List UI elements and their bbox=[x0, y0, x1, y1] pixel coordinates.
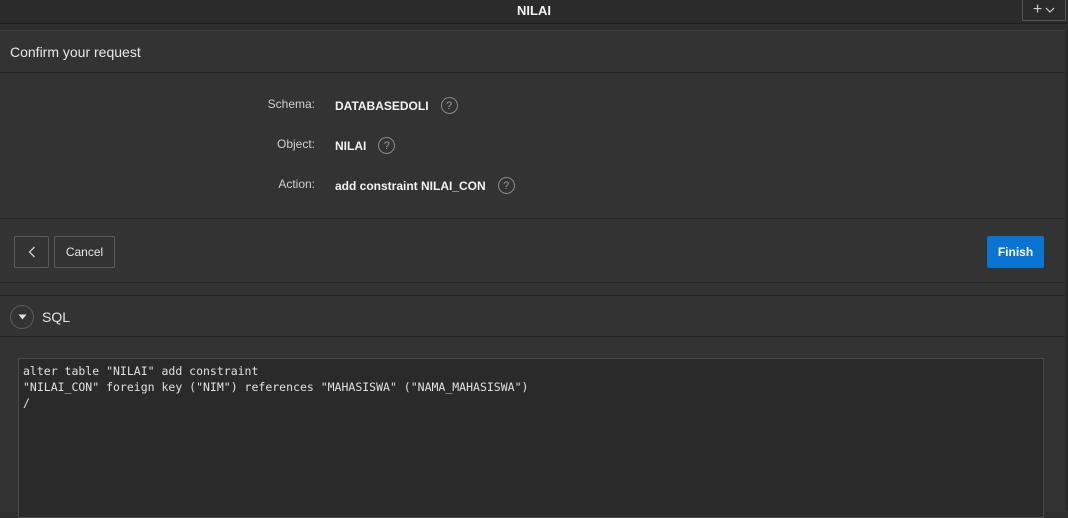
dialog-actions: Cancel Finish bbox=[0, 218, 1065, 283]
sql-code-block[interactable]: alter table "NILAI" add constraint "NILA… bbox=[18, 358, 1044, 518]
confirm-dialog: Confirm your request Schema: DATABASEDOL… bbox=[0, 30, 1065, 518]
summary-row-schema: Schema: DATABASEDOLI ? bbox=[0, 95, 1065, 115]
collapse-toggle[interactable] bbox=[10, 305, 34, 329]
back-button[interactable] bbox=[14, 236, 49, 268]
window-title-bar: NILAI + bbox=[0, 0, 1068, 24]
schema-label: Schema: bbox=[267, 97, 315, 111]
sql-section: SQL alter table "NILAI" add constraint "… bbox=[0, 295, 1065, 518]
object-label: Object: bbox=[276, 137, 315, 151]
action-help-icon[interactable]: ? bbox=[497, 177, 515, 194]
finish-button[interactable]: Finish bbox=[987, 236, 1044, 268]
cancel-button[interactable]: Cancel bbox=[54, 236, 115, 268]
sql-section-header[interactable]: SQL bbox=[0, 296, 1065, 337]
sql-section-title: SQL bbox=[42, 309, 71, 325]
object-value: NILAI bbox=[335, 138, 367, 153]
request-summary: Schema: DATABASEDOLI ? Object: NILAI ? A… bbox=[0, 73, 1065, 218]
schema-value: DATABASEDOLI bbox=[335, 98, 429, 113]
summary-row-action: Action: add constraint NILAI_CON ? bbox=[0, 175, 1065, 195]
chevron-left-icon bbox=[28, 246, 35, 258]
add-menu-button[interactable]: + bbox=[1022, 0, 1066, 21]
object-value-group: NILAI ? bbox=[335, 137, 396, 154]
object-help-icon[interactable]: ? bbox=[378, 137, 396, 154]
summary-row-object: Object: NILAI ? bbox=[0, 135, 1065, 155]
action-value: add constraint NILAI_CON bbox=[335, 178, 486, 193]
triangle-down-icon bbox=[18, 314, 26, 320]
schema-value-group: DATABASEDOLI ? bbox=[335, 97, 458, 114]
window-title: NILAI bbox=[517, 3, 551, 18]
action-label: Action: bbox=[278, 177, 315, 191]
dialog-header: Confirm your request bbox=[0, 31, 1065, 73]
plus-icon: + bbox=[1032, 1, 1043, 18]
action-value-group: add constraint NILAI_CON ? bbox=[335, 177, 515, 194]
chevron-down-icon bbox=[1045, 7, 1055, 13]
schema-help-icon[interactable]: ? bbox=[440, 97, 458, 114]
dialog-title: Confirm your request bbox=[10, 44, 141, 60]
